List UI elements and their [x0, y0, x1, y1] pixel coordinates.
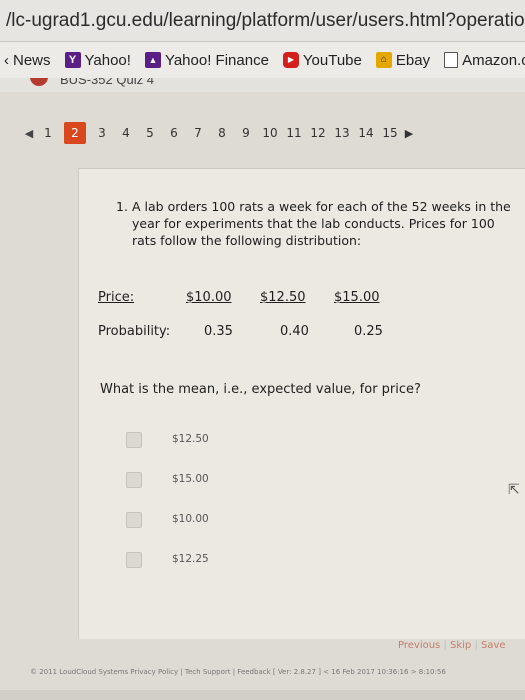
quiz-title: BUS-352 Quiz 4	[60, 78, 154, 87]
bookmark-youtube[interactable]: ▶ YouTube	[282, 52, 362, 69]
quiz-actions: Previous | Skip | Save	[398, 640, 506, 651]
radio-button[interactable]	[126, 552, 142, 568]
question-nav-item[interactable]: 7	[186, 122, 210, 144]
question-nav-item[interactable]: 14	[354, 122, 378, 144]
quiz-icon	[30, 78, 48, 86]
bookmarks-bar: ‹ News Y Yahoo! ▲ Yahoo! Finance ▶ YouTu…	[0, 42, 525, 78]
question-number: 1.	[116, 199, 128, 214]
question-nav-item[interactable]: 1	[36, 122, 60, 144]
option-label: $15.00	[172, 473, 209, 485]
skip-link[interactable]: Skip	[450, 640, 471, 651]
bookmark-news[interactable]: ‹ News	[4, 52, 51, 69]
quiz-title-bar: BUS-352 Quiz 4	[0, 78, 525, 92]
question-nav-item[interactable]: 9	[234, 122, 258, 144]
probability-value: 0.25	[354, 324, 383, 339]
probability-label: Probability:	[98, 324, 171, 339]
bookmark-yahoo[interactable]: Y Yahoo!	[64, 52, 131, 69]
page-footer: © 2011 LoudCloud Systems Privacy Policy …	[30, 668, 446, 676]
chevron-left-icon: ‹	[4, 51, 9, 69]
option-label: $10.00	[172, 513, 209, 525]
ebay-icon: ⌂	[375, 52, 392, 68]
prev-question-icon[interactable]: ◀	[22, 127, 36, 140]
price-value: $15.00	[334, 290, 380, 305]
question-nav-item[interactable]: 5	[138, 122, 162, 144]
address-bar[interactable]: /lc-ugrad1.gcu.edu/learning/platform/use…	[0, 0, 525, 42]
question-body: A lab orders 100 rats a week for each of…	[132, 199, 511, 248]
question-text: 1. A lab orders 100 rats a week for each…	[116, 198, 521, 249]
bookmark-ebay[interactable]: ⌂ Ebay	[375, 52, 430, 69]
question-nav-item[interactable]: 15	[378, 122, 402, 144]
question-nav-item[interactable]: 8	[210, 122, 234, 144]
save-link[interactable]: Save	[481, 640, 506, 651]
next-question-icon[interactable]: ▶	[402, 127, 416, 140]
bottom-band	[0, 690, 525, 700]
radio-button[interactable]	[126, 512, 142, 528]
radio-button[interactable]	[126, 472, 142, 488]
url-text: /lc-ugrad1.gcu.edu/learning/platform/use…	[6, 10, 525, 31]
option-label: $12.50	[172, 433, 209, 445]
question-prompt: What is the mean, i.e., expected value, …	[100, 382, 421, 397]
yahoo-finance-icon: ▲	[144, 52, 161, 68]
question-nav-item[interactable]: 10	[258, 122, 282, 144]
probability-value: 0.35	[204, 324, 233, 339]
question-nav-item[interactable]: 13	[330, 122, 354, 144]
previous-link[interactable]: Previous	[398, 640, 440, 651]
question-nav-item-active[interactable]: 2	[64, 122, 86, 144]
question-nav-item[interactable]: 4	[114, 122, 138, 144]
price-value: $12.50	[260, 290, 306, 305]
bookmark-amazon[interactable]: Amazon.com	[444, 52, 525, 69]
question-nav-item[interactable]: 6	[162, 122, 186, 144]
mouse-cursor-icon: ⇱	[508, 482, 520, 498]
price-value: $10.00	[186, 290, 232, 305]
youtube-icon: ▶	[282, 52, 299, 68]
yahoo-icon: Y	[64, 52, 81, 68]
question-navigator: ◀ 1 2 3 4 5 6 7 8 9 10 11 12 13 14 15 ▶	[22, 120, 416, 146]
option-label: $12.25	[172, 553, 209, 565]
radio-button[interactable]	[126, 432, 142, 448]
bookmark-yahoo-finance[interactable]: ▲ Yahoo! Finance	[144, 52, 269, 69]
question-nav-item[interactable]: 3	[90, 122, 114, 144]
price-label: Price:	[98, 290, 135, 305]
probability-value: 0.40	[280, 324, 309, 339]
question-nav-item[interactable]: 12	[306, 122, 330, 144]
document-icon	[444, 52, 459, 68]
question-nav-item[interactable]: 11	[282, 122, 306, 144]
